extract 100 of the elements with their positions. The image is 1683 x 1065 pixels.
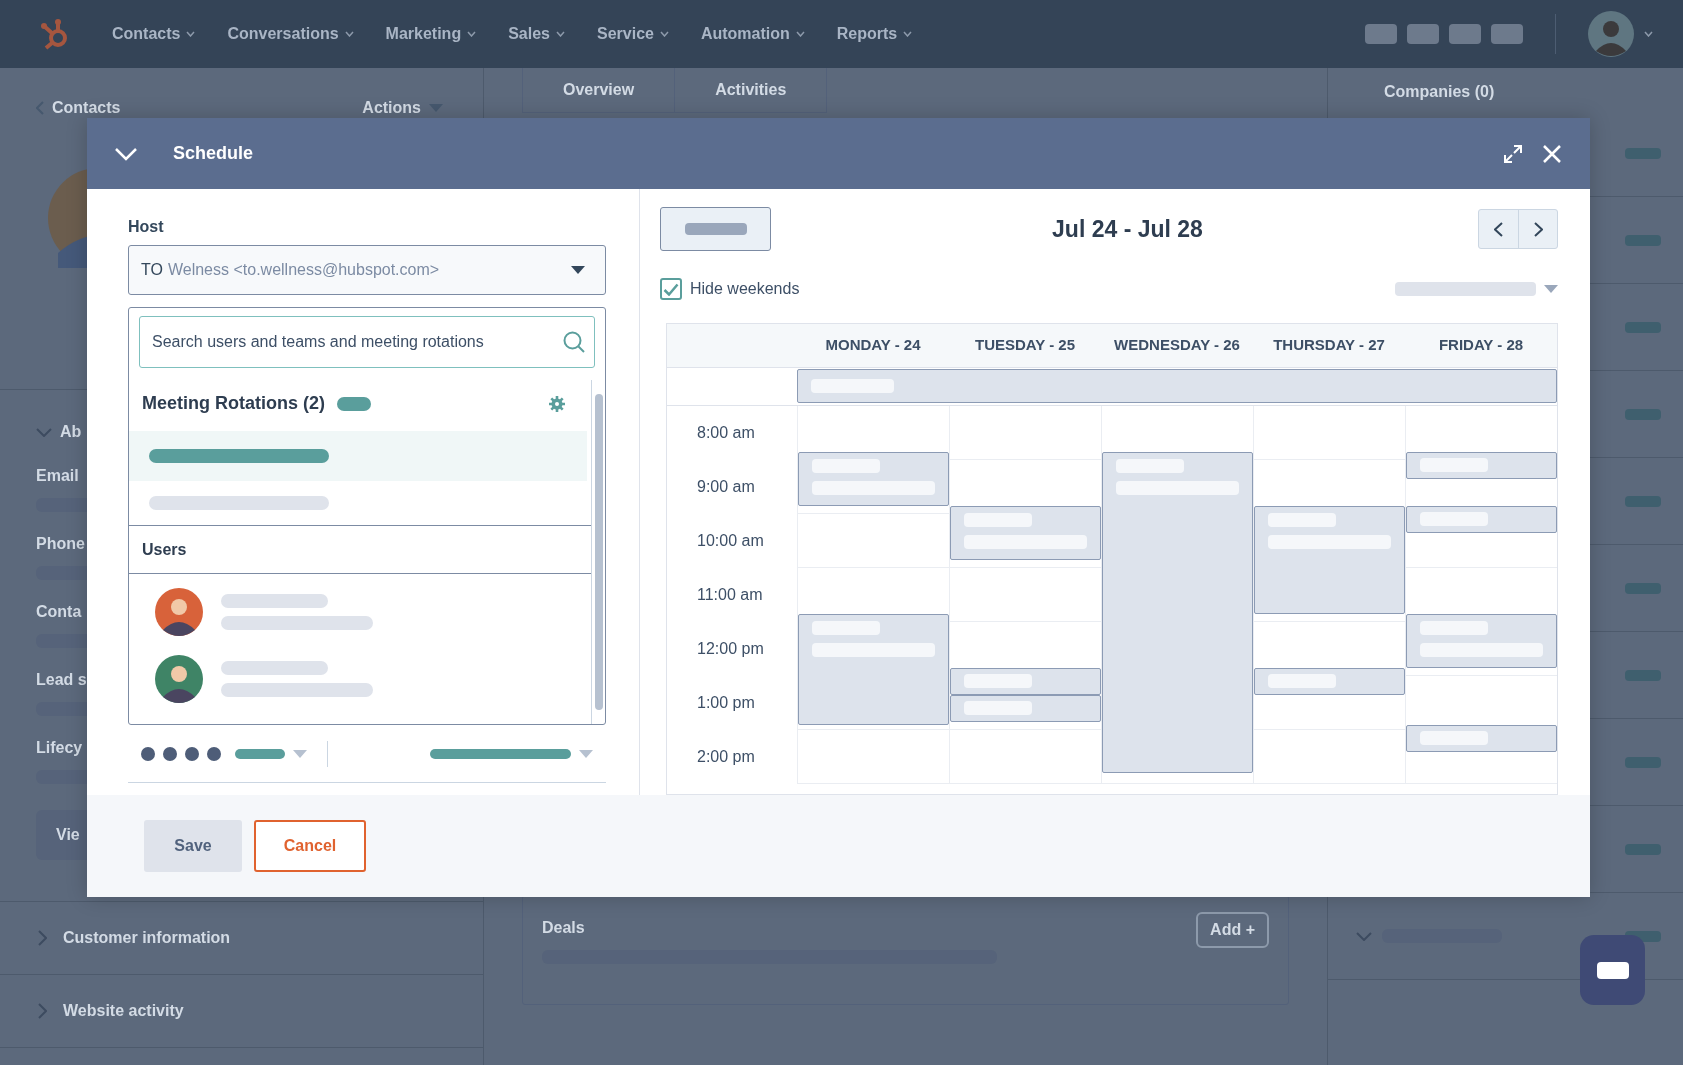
calendar-event[interactable]	[950, 505, 1101, 560]
date-range-title: Jul 24 - Jul 28	[1051, 214, 1204, 244]
placeholder-bar	[1625, 495, 1661, 507]
section-title: Ab	[60, 422, 82, 442]
back-link[interactable]: Contacts	[36, 96, 121, 120]
modal-title: Schedule	[173, 142, 254, 165]
caret-icon	[344, 31, 354, 37]
placeholder-bar	[1625, 408, 1661, 420]
placeholder-bar	[1625, 321, 1661, 333]
time-label: 10:00 am	[697, 531, 764, 551]
gear-icon[interactable]	[549, 395, 565, 412]
time-label: 11:00 am	[697, 585, 763, 605]
scrollbar[interactable]	[591, 380, 605, 724]
chevron-left-icon	[1494, 221, 1503, 237]
caret-icon	[556, 31, 565, 37]
time-label: 8:00 am	[697, 423, 755, 443]
day-header: THURSDAY - 27	[1272, 335, 1386, 356]
dot-icon	[207, 746, 221, 761]
placeholder-button[interactable]	[660, 207, 771, 251]
sprocket-icon	[40, 18, 70, 50]
field-label: Conta	[36, 602, 82, 622]
avatar[interactable]	[1588, 11, 1634, 57]
checkbox[interactable]	[660, 278, 682, 300]
calendar-event[interactable]	[1406, 724, 1557, 752]
caret-icon	[1544, 285, 1558, 293]
field-label: Email	[36, 466, 79, 486]
save-button[interactable]: Save	[144, 820, 242, 872]
caret-icon	[903, 31, 913, 37]
cancel-button[interactable]: Cancel	[254, 820, 366, 872]
chevron-right-icon	[1533, 221, 1543, 237]
nav-menu-item[interactable]: Reports	[836, 22, 913, 46]
time-label: 1:00 pm	[697, 693, 755, 713]
list-item[interactable]	[129, 431, 587, 481]
caret-icon	[579, 749, 593, 758]
calendar-event[interactable]	[798, 613, 949, 725]
caret-icon	[186, 31, 196, 37]
dot-icon	[185, 746, 199, 761]
search-icon	[563, 331, 585, 353]
tab[interactable]: Activities	[675, 68, 827, 112]
caret-icon	[293, 749, 307, 758]
calendar-event[interactable]	[1254, 505, 1405, 614]
nav-menu-item[interactable]: Contacts	[112, 22, 196, 46]
caret-icon	[659, 31, 669, 37]
placeholder-bar	[1625, 147, 1661, 159]
day-header: MONDAY - 24	[824, 335, 922, 356]
field-label: Lead s	[36, 670, 87, 690]
calendar-event[interactable]	[950, 694, 1101, 722]
nav-menu-item[interactable]: Conversations	[227, 22, 354, 46]
caret-icon	[571, 266, 585, 274]
time-label: 2:00 pm	[697, 747, 755, 767]
day-header: FRIDAY - 28	[1437, 335, 1525, 356]
nav-menu-item[interactable]: Automation	[700, 22, 805, 46]
field-label: Host	[128, 217, 165, 237]
chevron-down-icon	[36, 427, 52, 437]
checkbox-label: Hide weekends	[690, 279, 800, 299]
calendar-event[interactable]	[798, 451, 949, 506]
host-select[interactable]: TO Welness <to.wellness@hubspot.com>	[128, 245, 606, 295]
placeholder-bar	[1625, 582, 1661, 594]
day-header: WEDNESDAY - 26	[1113, 335, 1241, 356]
actions-menu[interactable]: Actions	[362, 96, 443, 120]
chevron-right-icon	[38, 930, 47, 946]
calendar-event[interactable]	[1406, 505, 1557, 533]
calendar-event[interactable]	[1406, 613, 1557, 668]
nav-menu-item[interactable]: Sales	[508, 22, 565, 46]
search-field[interactable]: Search users and teams and meeting rotations	[139, 316, 595, 368]
time-label: 12:00 pm	[697, 639, 764, 659]
avatar	[155, 654, 203, 703]
group-title: Users	[142, 539, 187, 560]
field-label: Lifecy	[36, 738, 83, 758]
time-label: 9:00 am	[697, 477, 755, 497]
placeholder-bar	[1625, 756, 1661, 768]
group-title: Meeting Rotations (2)	[142, 392, 325, 415]
caret-icon	[795, 31, 805, 37]
check-icon	[663, 282, 679, 296]
section-toggle[interactable]: Website activity	[38, 999, 184, 1023]
chat-button[interactable]	[1580, 935, 1645, 1005]
panel-title: Companies (0)	[1384, 83, 1495, 100]
placeholder-bar	[235, 748, 285, 759]
caret-icon	[1644, 31, 1653, 37]
calendar-event[interactable]	[1254, 667, 1405, 695]
caret-icon	[429, 104, 443, 112]
calendar-event[interactable]	[797, 369, 1557, 403]
placeholder-bar	[684, 223, 747, 235]
section-toggle[interactable]: Customer information	[38, 926, 231, 950]
placeholder-bar	[1625, 234, 1661, 246]
calendar-event[interactable]	[1406, 451, 1557, 479]
chevron-down-icon	[115, 147, 137, 161]
calendar-event[interactable]	[950, 667, 1101, 695]
dot-icon	[163, 746, 177, 761]
placeholder-bar	[1625, 669, 1661, 681]
nav-menu-item[interactable]: Marketing	[385, 22, 477, 46]
add-button[interactable]: Add +	[1196, 912, 1269, 948]
nav-menu-item[interactable]: Service	[597, 22, 669, 46]
avatar	[155, 587, 203, 636]
card-title: Deals	[542, 918, 585, 938]
tab[interactable]: Overview	[523, 68, 676, 112]
chevron-right-icon	[38, 1003, 47, 1019]
dot-icon	[141, 746, 155, 761]
chevron-down-icon	[1356, 931, 1372, 941]
placeholder-bar	[1625, 843, 1661, 855]
